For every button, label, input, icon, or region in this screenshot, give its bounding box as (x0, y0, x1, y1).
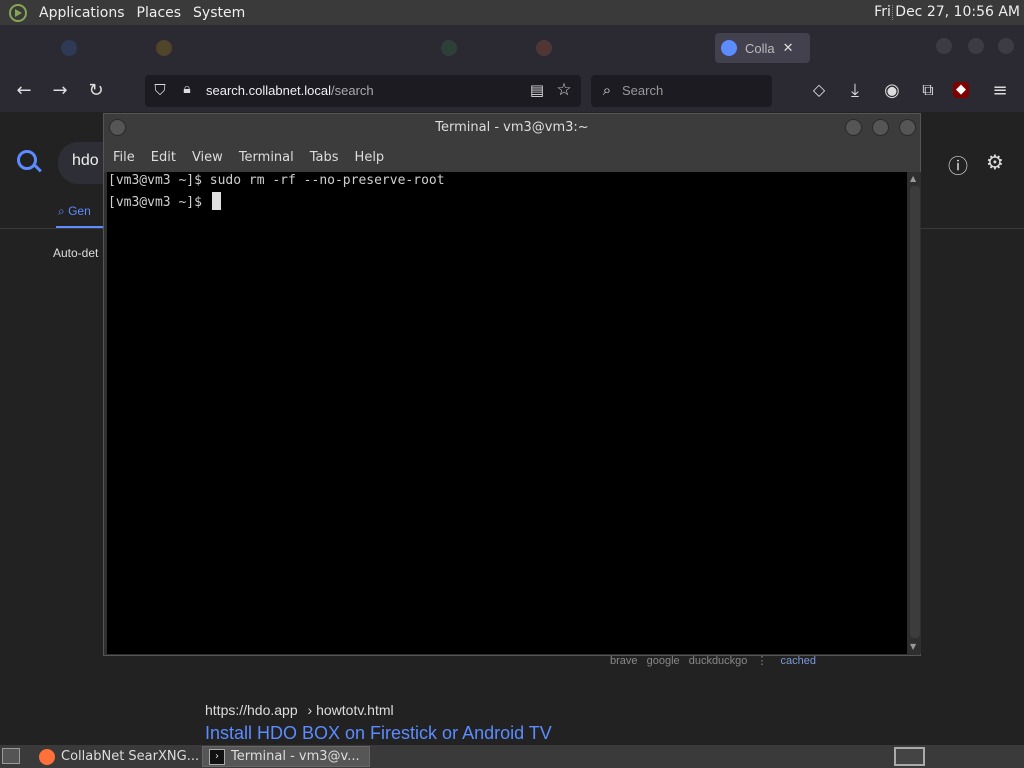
result-title-link[interactable]: Install HDO BOX on Firestick or Android … (205, 723, 552, 744)
distro-logo-icon[interactable] (9, 3, 27, 22)
browser-nav-bar: ← → ↻ ⛉ 🔒︎ search.collabnet.local/search… (0, 70, 1024, 112)
terminal-title: Terminal - vm3@vm3:~ (435, 120, 589, 135)
browser-tab-active[interactable]: Colla ✕ (715, 33, 810, 63)
downloads-icon[interactable]: ⤓ (844, 80, 866, 101)
site-favicon-icon (441, 40, 457, 56)
terminal-screen[interactable]: [vm3@vm3 ~]$ sudo rm -rf --no-preserve-r… (107, 172, 907, 654)
browser-tab[interactable] (435, 33, 515, 63)
terminal-icon: › (209, 748, 225, 765)
terminal-line: [vm3@vm3 ~]$ sudo rm -rf --no-preserve-r… (108, 173, 445, 188)
result-url-path: › howtotv.html (307, 702, 394, 718)
scrollbar-thumb[interactable] (910, 186, 920, 638)
forward-icon[interactable]: → (49, 80, 71, 101)
menu-help[interactable]: Help (349, 150, 391, 165)
menu-terminal[interactable]: Terminal (233, 150, 300, 165)
firefox-favicon-icon (536, 40, 552, 56)
search-placeholder: Search (622, 83, 664, 98)
info-icon[interactable]: ⓘ (948, 150, 968, 179)
extensions-icon[interactable]: ⧉ (917, 80, 939, 100)
result-url[interactable]: https://hdo.app › howtotv.html (205, 702, 394, 718)
drive-favicon-icon (61, 40, 77, 56)
minimize-icon[interactable] (845, 119, 862, 136)
menu-hamburger-icon[interactable]: ≡ (989, 80, 1011, 101)
terminal-menubar: File Edit View Terminal Tabs Help (104, 142, 920, 172)
engine-duckduckgo: duckduckgo (688, 655, 748, 667)
tab-general[interactable]: ⌕ Gen (58, 204, 91, 219)
taskbar-item-browser[interactable]: CollabNet SearXNG... (33, 746, 201, 767)
search-icon: ⌕ (602, 81, 612, 99)
terminal-titlebar[interactable]: Terminal - vm3@vm3:~ (104, 114, 920, 142)
show-desktop-icon[interactable] (2, 748, 20, 764)
menu-tabs[interactable]: Tabs (304, 150, 345, 165)
menu-view[interactable]: View (186, 150, 229, 165)
terminal-scrollbar[interactable]: ▲ ▼ (908, 172, 921, 654)
engine-google: google (646, 655, 680, 667)
cached-link[interactable]: cached (781, 655, 816, 667)
engines-separator: ⋮ (756, 655, 768, 667)
account-icon[interactable]: ◉ (881, 80, 903, 101)
reload-icon[interactable]: ↻ (85, 80, 107, 101)
minimize-icon[interactable] (936, 38, 952, 54)
menu-places[interactable]: Places (131, 5, 188, 21)
maximize-icon[interactable] (968, 38, 984, 54)
back-icon[interactable]: ← (13, 80, 35, 101)
pocket-icon[interactable]: ◇ (808, 80, 830, 99)
firefox-icon (39, 748, 55, 765)
url-path: /search (331, 83, 374, 98)
close-tab-icon[interactable]: ✕ (783, 41, 794, 56)
menu-edit[interactable]: Edit (145, 150, 182, 165)
bottom-panel: CollabNet SearXNG... › Terminal - vm3@v.… (0, 745, 1024, 768)
scroll-up-icon[interactable]: ▲ (910, 174, 916, 183)
ublock-icon[interactable]: ◆ (953, 82, 969, 98)
gear-icon[interactable]: ⚙ (986, 150, 1004, 174)
taskbar-item-terminal[interactable]: › Terminal - vm3@v... (202, 746, 370, 767)
menu-file[interactable]: File (107, 150, 141, 165)
terminal-line-current: [vm3@vm3 ~]$ (108, 192, 907, 212)
tab-label: Colla (745, 40, 775, 56)
taskbar-item-label: Terminal - vm3@v... (231, 749, 360, 764)
browser-tab[interactable] (530, 33, 610, 63)
bookmark-star-icon[interactable]: ☆ (553, 80, 575, 100)
url-host: search.collabnet.local (206, 83, 332, 98)
lock-icon[interactable]: 🔒︎ (176, 81, 198, 97)
language-autodetect[interactable]: Auto-det (53, 246, 98, 260)
browser-tab[interactable] (55, 33, 135, 63)
top-panel: Applications Places System Fri Dec 27, 1… (0, 0, 1024, 25)
maximize-icon[interactable] (872, 119, 889, 136)
menu-system[interactable]: System (187, 5, 251, 21)
tab-general-label: Gen (68, 204, 91, 218)
url-text[interactable]: search.collabnet.local/search (206, 83, 374, 98)
searxng-logo-icon[interactable] (17, 150, 37, 170)
engine-brave: brave (610, 655, 638, 667)
text-cursor (211, 192, 221, 210)
scroll-down-icon[interactable]: ▼ (910, 642, 916, 651)
browser-tab[interactable] (150, 33, 230, 63)
menu-applications[interactable]: Applications (33, 5, 131, 21)
drive-favicon-icon (156, 40, 172, 56)
terminal-prompt: [vm3@vm3 ~]$ (108, 195, 210, 210)
shield-icon[interactable]: ⛉ (149, 81, 171, 99)
taskbar-item-label: CollabNet SearXNG... (61, 749, 200, 764)
close-icon[interactable] (899, 119, 916, 136)
searxng-favicon-icon (721, 40, 737, 56)
browser-tab-bar: Colla ✕ (0, 25, 1024, 70)
web-search-input[interactable]: ⌕ Search (591, 75, 772, 107)
close-window-icon[interactable] (998, 38, 1014, 54)
reader-view-icon[interactable]: ▤ (526, 81, 548, 99)
url-bar[interactable]: ⛉ 🔒︎ search.collabnet.local/search ▤ ☆ (145, 75, 581, 107)
terminal-window: Terminal - vm3@vm3:~ File Edit View Term… (103, 113, 921, 656)
clock[interactable]: Fri Dec 27, 10:56 AM (874, 4, 1020, 20)
result-url-host: https://hdo.app (205, 702, 298, 718)
workspace-switcher[interactable] (894, 747, 925, 766)
window-menu-icon[interactable] (109, 119, 126, 136)
search-icon: ⌕ (58, 204, 69, 218)
